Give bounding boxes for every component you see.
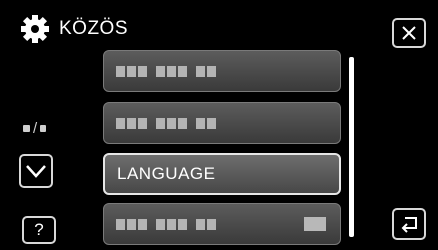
masked-label (116, 117, 216, 129)
close-button[interactable] (392, 18, 426, 48)
page-indicator: / (23, 120, 47, 137)
masked-label (116, 218, 216, 230)
back-button[interactable] (392, 208, 426, 240)
scrollbar[interactable] (349, 57, 354, 237)
page-title: KÖZÖS (59, 18, 129, 39)
gear-icon (21, 15, 49, 43)
help-button[interactable]: ? (22, 216, 56, 244)
menu-item-language[interactable]: LANGUAGE (103, 153, 341, 195)
return-icon (401, 217, 417, 233)
chevron-down-icon (26, 165, 46, 178)
header: KÖZÖS (20, 12, 128, 46)
page-separator: / (33, 120, 38, 137)
scroll-down-button[interactable] (19, 154, 53, 188)
close-icon (402, 26, 416, 40)
toggle-indicator (304, 217, 326, 231)
page-current-masked (23, 125, 30, 132)
help-label: ? (34, 220, 44, 239)
menu-item-label: LANGUAGE (117, 164, 216, 183)
menu-item-4[interactable] (103, 203, 341, 245)
menu-item-2[interactable] (103, 102, 341, 144)
menu-item-1[interactable] (103, 50, 341, 92)
masked-label (116, 65, 216, 77)
page-total-masked (40, 125, 47, 132)
